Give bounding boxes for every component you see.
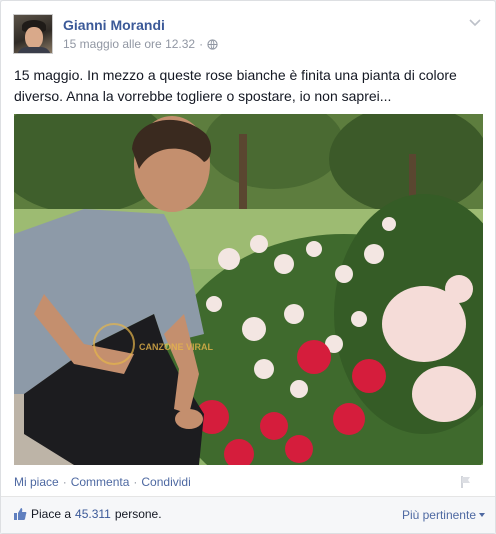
- post-header: Gianni Morandi 15 maggio alle ore 12.32 …: [13, 13, 483, 57]
- post-meta: 15 maggio alle ore 12.32 ·: [63, 37, 218, 51]
- author-name[interactable]: Gianni Morandi: [63, 17, 165, 33]
- likes-suffix: persone.: [114, 507, 162, 521]
- sort-label: Più pertinente: [401, 508, 476, 522]
- actions-separator: ·: [62, 475, 67, 489]
- thumbs-up-icon: [14, 508, 27, 520]
- likes-prefix: Piace a: [31, 507, 72, 521]
- post-options-chevron-icon[interactable]: [467, 15, 483, 31]
- post-photo[interactable]: CANZONE VIRAL: [14, 114, 483, 465]
- post-card: Gianni Morandi 15 maggio alle ore 12.32 …: [0, 0, 496, 534]
- post-footer: Piace a 45.311 persone. Più pertinente: [1, 496, 495, 533]
- comment-sort-dropdown[interactable]: Più pertinente: [402, 508, 485, 522]
- photo-illustration: CANZONE VIRAL: [14, 114, 483, 465]
- post-actions: Mi piace · Commenta · Condividi: [14, 475, 191, 489]
- avatar[interactable]: [13, 14, 53, 54]
- globe-icon[interactable]: [207, 38, 218, 50]
- caret-down-icon: [479, 513, 485, 517]
- avatar-shirt: [17, 47, 51, 53]
- likes-count[interactable]: 45.311: [75, 507, 111, 521]
- meta-separator: ·: [199, 37, 204, 51]
- like-link[interactable]: Mi piace: [14, 475, 59, 489]
- likes-summary: Piace a 45.311 persone.: [13, 507, 162, 521]
- comment-link[interactable]: Commenta: [71, 475, 130, 489]
- actions-separator: ·: [133, 475, 138, 489]
- flag-icon[interactable]: [459, 475, 473, 489]
- post-timestamp[interactable]: 15 maggio alle ore 12.32: [63, 37, 195, 51]
- post-text: 15 maggio. In mezzo a queste rose bianch…: [14, 67, 457, 104]
- photo-watermark: CANZONE VIRAL: [139, 342, 214, 352]
- share-link[interactable]: Condividi: [141, 475, 190, 489]
- avatar-face: [25, 27, 43, 49]
